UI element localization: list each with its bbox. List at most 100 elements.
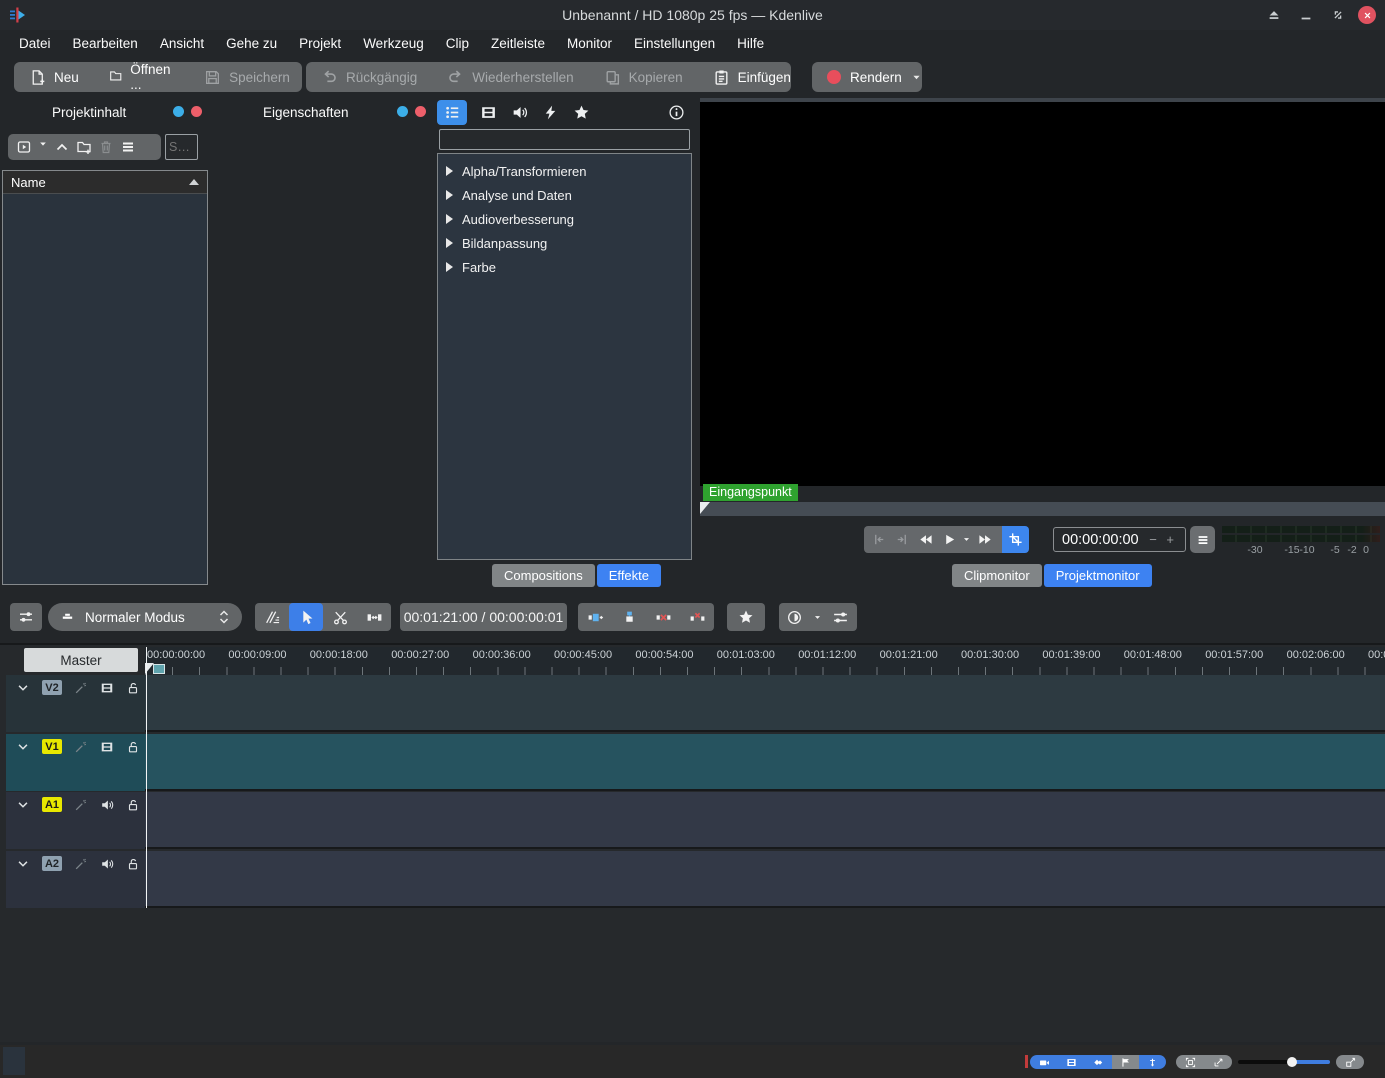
- tab-clip-monitor[interactable]: Clipmonitor: [952, 564, 1042, 587]
- chevron-down-icon[interactable]: [16, 798, 30, 812]
- track-lane-v1[interactable]: [145, 734, 1385, 791]
- show-markers-toggle[interactable]: [1112, 1055, 1139, 1069]
- render-button[interactable]: Rendern: [812, 62, 922, 92]
- hide-track-icon[interactable]: [100, 740, 114, 754]
- track-target-badge[interactable]: A2: [42, 856, 62, 871]
- tab-compositions[interactable]: Compositions: [492, 564, 595, 587]
- effect-category[interactable]: Farbe: [438, 255, 691, 279]
- mixed-edit-tool-button[interactable]: [255, 603, 289, 631]
- lock-track-icon[interactable]: [126, 740, 140, 754]
- show-all-effects-button[interactable]: [437, 100, 467, 125]
- timeline-zone-marker[interactable]: [153, 664, 165, 674]
- fit-zoom-button[interactable]: [1176, 1055, 1204, 1069]
- audio-mixer-button[interactable]: [825, 603, 855, 631]
- overwrite-zone-button[interactable]: [612, 603, 646, 631]
- monitor-menu-button[interactable]: [1190, 526, 1215, 553]
- tab-project-monitor[interactable]: Projektmonitor: [1044, 564, 1152, 587]
- track-target-badge[interactable]: V1: [42, 739, 62, 754]
- favorite-effects-button[interactable]: [566, 100, 596, 125]
- edit-mode-select[interactable]: Normaler Modus: [48, 603, 242, 631]
- monitor-screen[interactable]: [700, 102, 1385, 486]
- show-keyframes-toggle[interactable]: [1085, 1055, 1112, 1069]
- restore-button[interactable]: [1328, 6, 1348, 24]
- selection-tool-button[interactable]: [289, 603, 323, 631]
- parent-folder-icon[interactable]: [54, 139, 70, 155]
- menu-item-zeitleiste[interactable]: Zeitleiste: [480, 30, 556, 57]
- extract-zone-button[interactable]: [646, 603, 680, 631]
- menu-item-projekt[interactable]: Projekt: [288, 30, 352, 57]
- chevron-down-icon[interactable]: [16, 740, 30, 754]
- tab-effects[interactable]: Effekte: [597, 564, 661, 587]
- track-effects-wand-icon[interactable]: [74, 857, 88, 871]
- menu-item-werkzeug[interactable]: Werkzeug: [352, 30, 435, 57]
- track-header-v2[interactable]: V2: [6, 675, 145, 732]
- chevron-down-icon[interactable]: [38, 139, 48, 155]
- track-header-a1[interactable]: A1: [6, 792, 145, 849]
- save-button[interactable]: Speichern: [189, 62, 305, 92]
- add-clip-icon[interactable]: [16, 139, 32, 155]
- paste-button[interactable]: Einfügen: [698, 62, 806, 92]
- snap-toggle[interactable]: [1139, 1055, 1166, 1069]
- track-lane-v2[interactable]: [145, 675, 1385, 732]
- monitor-seek-ruler[interactable]: [700, 502, 1385, 516]
- effect-category[interactable]: Audioverbesserung: [438, 207, 691, 231]
- menu-item-einstellungen[interactable]: Einstellungen: [623, 30, 726, 57]
- timeline-adjust-button[interactable]: [10, 603, 42, 631]
- chevron-down-icon[interactable]: [16, 857, 30, 871]
- float-dock-icon[interactable]: [397, 106, 408, 117]
- bin-search-input[interactable]: [165, 134, 198, 160]
- timecode-spinners[interactable]: − +: [1149, 532, 1177, 547]
- show-audio-thumbnails-toggle[interactable]: [1058, 1055, 1085, 1069]
- record-mix-button[interactable]: [779, 603, 809, 631]
- forward-button[interactable]: [972, 526, 998, 553]
- menu-item-bearbeiten[interactable]: Bearbeiten: [62, 30, 149, 57]
- float-dock-icon[interactable]: [173, 106, 184, 117]
- track-lane-a2[interactable]: [145, 851, 1385, 908]
- zoom-out-button[interactable]: [1336, 1055, 1364, 1069]
- custom-effects-button[interactable]: [535, 100, 565, 125]
- create-folder-icon[interactable]: [76, 139, 92, 155]
- master-track-button[interactable]: Master: [24, 648, 138, 672]
- zone-out-button[interactable]: [890, 526, 912, 553]
- lift-zone-button[interactable]: [680, 603, 714, 631]
- copy-button[interactable]: Kopieren: [589, 62, 698, 92]
- eject-icon[interactable]: [1264, 6, 1284, 24]
- timeline-ruler[interactable]: 00:00:00:0000:00:09:0000:00:18:0000:00:2…: [145, 647, 1385, 675]
- menu-item-datei[interactable]: Datei: [8, 30, 62, 57]
- track-target-badge[interactable]: V2: [42, 680, 62, 695]
- track-target-badge[interactable]: A1: [42, 797, 62, 812]
- favorite-effects-button[interactable]: [727, 603, 765, 631]
- track-header-v1[interactable]: V1: [6, 734, 145, 791]
- lock-track-icon[interactable]: [126, 681, 140, 695]
- mute-track-icon[interactable]: [100, 798, 114, 812]
- zone-in-button[interactable]: [868, 526, 890, 553]
- menu-item-ansicht[interactable]: Ansicht: [149, 30, 215, 57]
- mute-track-icon[interactable]: [100, 857, 114, 871]
- audio-effects-button[interactable]: [504, 100, 534, 125]
- insert-zone-button[interactable]: [578, 603, 612, 631]
- play-button[interactable]: [938, 526, 960, 553]
- track-effects-wand-icon[interactable]: [74, 798, 88, 812]
- zoom-in-button[interactable]: [1204, 1055, 1232, 1069]
- delete-icon[interactable]: [98, 139, 114, 155]
- monitor-playhead-icon[interactable]: [700, 502, 710, 514]
- close-dock-icon[interactable]: [191, 106, 202, 117]
- menu-item-monitor[interactable]: Monitor: [556, 30, 623, 57]
- new-button[interactable]: Neu: [14, 62, 94, 92]
- effect-category[interactable]: Analyse und Daten: [438, 183, 691, 207]
- zoom-slider-track[interactable]: [1238, 1060, 1330, 1064]
- show-video-thumbnails-toggle[interactable]: [1030, 1055, 1058, 1069]
- open-button[interactable]: Öffnen ...: [94, 62, 189, 92]
- play-options-button[interactable]: [960, 526, 972, 553]
- menu-item-clip[interactable]: Clip: [435, 30, 480, 57]
- effect-category[interactable]: Bildanpassung: [438, 231, 691, 255]
- zoom-slider-thumb[interactable]: [1287, 1057, 1297, 1067]
- lock-track-icon[interactable]: [126, 798, 140, 812]
- close-dock-icon[interactable]: [415, 106, 426, 117]
- loop-zone-button[interactable]: [1002, 526, 1029, 553]
- spacer-tool-button[interactable]: [357, 603, 391, 631]
- track-lane-a1[interactable]: [145, 792, 1385, 849]
- razor-tool-button[interactable]: [323, 603, 357, 631]
- close-button[interactable]: [1358, 6, 1376, 24]
- menu-item-hilfe[interactable]: Hilfe: [726, 30, 775, 57]
